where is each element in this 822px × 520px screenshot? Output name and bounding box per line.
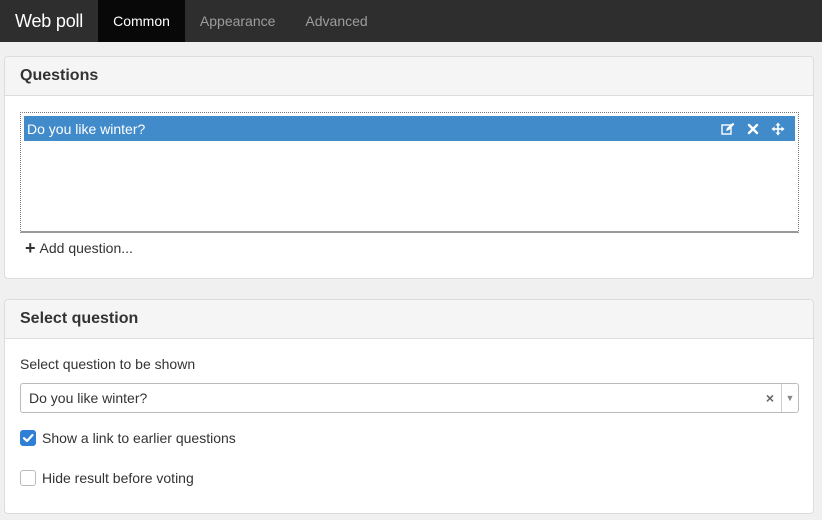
delete-icon[interactable] [745,121,760,136]
show-link-option[interactable]: Show a link to earlier questions [20,430,236,446]
question-item-text: Do you like winter? [27,120,146,137]
question-item[interactable]: Do you like winter? [24,116,795,141]
question-select[interactable]: Do you like winter? × ▼ [20,383,799,413]
add-question-link[interactable]: + Add question... [25,238,133,258]
select-question-panel: Select question Select question to be sh… [4,299,814,514]
show-link-label: Show a link to earlier questions [42,430,236,446]
select-question-label: Select question to be shown [20,356,196,372]
question-list: Do you like winter? [20,112,799,233]
question-select-value: Do you like winter? [29,390,148,406]
tab-advanced[interactable]: Advanced [290,0,382,42]
clear-selection-icon[interactable]: × [759,390,781,406]
add-question-label: Add question... [39,240,133,256]
select-question-panel-title: Select question [5,300,813,339]
question-item-actions [720,116,785,141]
questions-panel: Questions Do you like winter? + Add ques… [4,56,814,279]
move-icon[interactable] [770,121,785,136]
edit-icon[interactable] [720,121,735,136]
chevron-down-icon[interactable]: ▼ [781,384,798,412]
hide-result-checkbox[interactable] [20,470,36,486]
tab-common[interactable]: Common [98,0,185,42]
top-navbar: Web poll Common Appearance Advanced [0,0,822,42]
hide-result-option[interactable]: Hide result before voting [20,470,194,486]
tab-appearance[interactable]: Appearance [185,0,291,42]
hide-result-label: Hide result before voting [42,470,194,486]
app-brand: Web poll [15,10,84,31]
questions-panel-title: Questions [5,57,813,96]
plus-icon: + [25,238,36,258]
show-link-checkbox[interactable] [20,430,36,446]
